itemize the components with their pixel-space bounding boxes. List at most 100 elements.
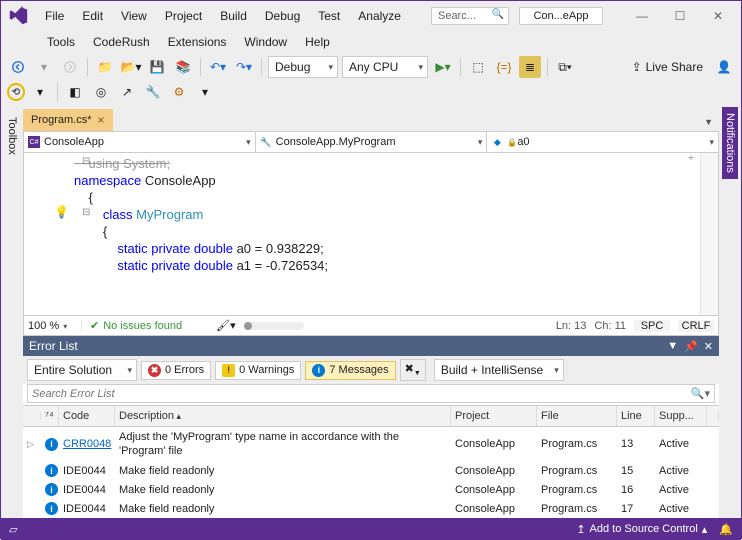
braces-icon[interactable]: {=} — [493, 56, 515, 78]
account-icon[interactable]: 👤 — [713, 56, 735, 78]
back-button[interactable] — [7, 56, 29, 78]
undo-button[interactable]: ↶▾ — [207, 56, 229, 78]
menu-analyze[interactable]: Analyze — [350, 5, 409, 27]
redo-button[interactable]: ↷▾ — [233, 56, 255, 78]
status-icon: ▱ — [9, 523, 17, 536]
save-all-button[interactable]: 📚 — [172, 56, 194, 78]
lineending-mode[interactable]: CRLF — [678, 320, 714, 332]
col-line[interactable]: Line — [617, 406, 655, 426]
code-cell: IDE0044 — [59, 462, 115, 480]
nav-class[interactable]: 🔧ConsoleApp.MyProgram — [256, 132, 488, 152]
cr-outline-icon[interactable]: ◧ — [64, 81, 86, 103]
close-icon[interactable]: ✕ — [704, 340, 713, 353]
scope-combo[interactable]: Entire Solution — [27, 359, 137, 381]
expand-icon[interactable] — [23, 506, 41, 512]
cr-arrow-icon[interactable]: ↗ — [116, 81, 138, 103]
errorlist-search[interactable]: 🔍▾ — [27, 384, 715, 403]
dock-icon[interactable]: ⧉▾ — [554, 56, 576, 78]
nav-member[interactable]: ◆🔒a0 — [487, 132, 718, 152]
errors-filter[interactable]: ✖0 Errors — [141, 361, 211, 380]
col-project[interactable]: Project — [451, 406, 537, 426]
menu-help[interactable]: Help — [297, 31, 338, 53]
source-control-button[interactable]: ↥Add to Source Control▴ — [576, 523, 707, 536]
search-icon[interactable]: 🔍▾ — [691, 387, 710, 400]
col-expand[interactable] — [23, 412, 41, 420]
warnings-filter[interactable]: !0 Warnings — [215, 361, 301, 380]
collapse-icon[interactable]: ⊟ — [82, 156, 90, 167]
solution-name[interactable]: Con...eApp — [519, 7, 603, 25]
brush-icon[interactable]: 🖌▾ — [216, 319, 236, 332]
tab-program-cs[interactable]: Program.cs* × — [23, 109, 113, 131]
editor-scrollbar[interactable] — [700, 153, 718, 315]
live-share-button[interactable]: ⇪ Live Share — [626, 58, 709, 76]
menu-file[interactable]: File — [37, 5, 72, 27]
search-input[interactable] — [32, 388, 691, 400]
menu-test[interactable]: Test — [310, 5, 348, 27]
class-icon: 🔧 — [260, 136, 272, 148]
notifications-bell[interactable]: 🔔 — [719, 523, 733, 536]
split-icon[interactable]: ÷ — [682, 153, 700, 165]
col-code[interactable]: Code — [59, 406, 115, 426]
close-button[interactable]: ✕ — [701, 5, 735, 27]
expand-icon[interactable] — [23, 468, 41, 474]
messages-filter[interactable]: i7 Messages — [305, 361, 395, 380]
cr-d2[interactable]: ▾ — [194, 81, 216, 103]
grid-row[interactable]: iIDE0044Make field readonlyConsoleAppPro… — [23, 461, 719, 480]
menu-tools[interactable]: Tools — [39, 31, 83, 53]
expand-icon[interactable]: ▷ — [23, 436, 41, 453]
config-combo[interactable]: Debug — [268, 56, 338, 78]
cr-gear-icon[interactable]: ⚙ — [168, 81, 190, 103]
indent-icon[interactable]: ≣ — [519, 56, 541, 78]
col-description[interactable]: Description — [115, 406, 451, 426]
tab-close-icon[interactable]: × — [98, 113, 105, 127]
step-icon[interactable]: ⬚ — [467, 56, 489, 78]
col-file[interactable]: File — [537, 406, 617, 426]
options-icon[interactable]: ▼ — [667, 340, 678, 352]
expand-icon[interactable] — [23, 487, 41, 493]
source-combo[interactable]: Build + IntelliSense — [434, 359, 564, 381]
menu-debug[interactable]: Debug — [257, 5, 308, 27]
collapse-icon[interactable]: ⊟ — [82, 207, 90, 218]
grid-row[interactable]: iIDE0044Make field readonlyConsoleAppPro… — [23, 480, 719, 499]
start-button[interactable]: ▶▾ — [432, 56, 454, 78]
pin-icon[interactable]: 📌 — [684, 340, 698, 353]
code-cell[interactable]: CRR0048 — [59, 435, 115, 453]
grid-row[interactable]: ▷iCRR0048Adjust the 'MyProgram' type nam… — [23, 427, 719, 461]
issues-status[interactable]: ✔No issues found — [90, 319, 208, 332]
col-pos: Ch: 11 — [594, 320, 626, 332]
forward-nav-button[interactable] — [59, 56, 81, 78]
forward-button[interactable]: ▾ — [33, 56, 55, 78]
code-editor[interactable]: ÷ ⊟ ⊟ 💡 using System;namespace ConsoleAp… — [23, 153, 719, 316]
menu-window[interactable]: Window — [236, 31, 295, 53]
menu-build[interactable]: Build — [212, 5, 255, 27]
notifications-tab[interactable]: Notifications — [719, 107, 741, 518]
maximize-button[interactable]: ☐ — [663, 5, 697, 27]
minimize-button[interactable]: — — [625, 5, 659, 27]
lightbulb-icon[interactable]: 💡 — [54, 205, 69, 219]
code-body[interactable]: using System;namespace ConsoleApp { clas… — [74, 153, 700, 315]
menu-coderush[interactable]: CodeRush — [85, 31, 158, 53]
menu-extensions[interactable]: Extensions — [160, 31, 235, 53]
cr-dropdown[interactable]: ▾ — [29, 81, 51, 103]
new-project-button[interactable]: 📁 — [94, 56, 116, 78]
menu-view[interactable]: View — [113, 5, 155, 27]
nav-scope[interactable]: C#ConsoleApp — [24, 132, 256, 152]
col-suppression[interactable]: Supp... — [655, 406, 707, 426]
col-icon[interactable]: ⁷⁴ — [41, 406, 59, 426]
zoom-combo[interactable]: 100 % — [28, 320, 82, 332]
cr-wrench-icon[interactable]: 🔧 — [142, 81, 164, 103]
cr-main-icon[interactable]: ⟲ — [7, 83, 25, 101]
save-button[interactable]: 💾 — [146, 56, 168, 78]
open-button[interactable]: 📂▾ — [120, 56, 142, 78]
menu-edit[interactable]: Edit — [74, 5, 111, 27]
errorlist-header[interactable]: Error List ▼ 📌 ✕ — [23, 336, 719, 356]
quick-search[interactable]: Searc... — [431, 7, 509, 25]
clear-filter[interactable]: ✖▼ — [400, 359, 426, 380]
menu-project[interactable]: Project — [157, 5, 210, 27]
grid-row[interactable]: iIDE0044Make field readonlyConsoleAppPro… — [23, 499, 719, 518]
toolbox-tab[interactable]: Toolbox — [1, 107, 23, 518]
tab-overflow[interactable]: ▼ — [698, 113, 719, 131]
platform-combo[interactable]: Any CPU — [342, 56, 428, 78]
spacing-mode[interactable]: SPC — [634, 320, 670, 332]
cr-target-icon[interactable]: ◎ — [90, 81, 112, 103]
